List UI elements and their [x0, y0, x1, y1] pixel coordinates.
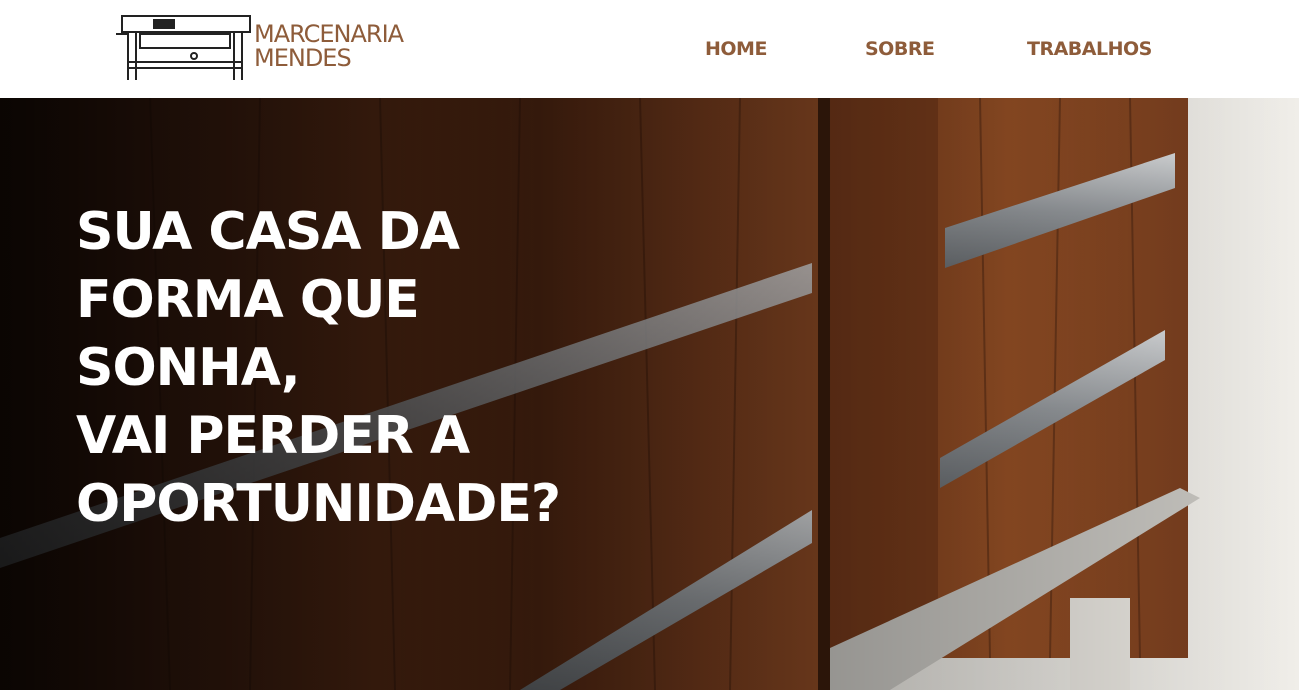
- nav-sobre-link[interactable]: SOBRE: [865, 38, 935, 60]
- headline-line-2: FORMA QUE: [76, 270, 420, 330]
- brand-line2: MENDES: [254, 44, 352, 72]
- nav-home-link[interactable]: HOME: [705, 38, 767, 60]
- headline-line-5: OPORTUNIDADE?: [76, 474, 561, 534]
- headline-line-3: SONHA,: [76, 338, 301, 398]
- headline-line-4: VAI PERDER A: [76, 406, 470, 466]
- logo[interactable]: MARCENARIA MENDES: [114, 12, 414, 84]
- hero-headline: SUA CASA DA FORMA QUE SONHA, VAI PERDER …: [76, 198, 676, 538]
- headline-line-1: SUA CASA DA: [76, 202, 460, 262]
- site-header: MARCENARIA MENDES HOME SOBRE TRABALHOS: [0, 0, 1299, 98]
- nav-trabalhos[interactable]: TRABALHOS: [1027, 38, 1152, 60]
- nav-home[interactable]: HOME: [705, 38, 767, 60]
- workbench-icon: [116, 15, 251, 80]
- nav-trabalhos-link[interactable]: TRABALHOS: [1027, 38, 1152, 60]
- hero-banner: SUA CASA DA FORMA QUE SONHA, VAI PERDER …: [0, 98, 1299, 690]
- brand-name: MARCENARIA MENDES: [254, 22, 404, 72]
- nav-sobre[interactable]: SOBRE: [865, 38, 935, 60]
